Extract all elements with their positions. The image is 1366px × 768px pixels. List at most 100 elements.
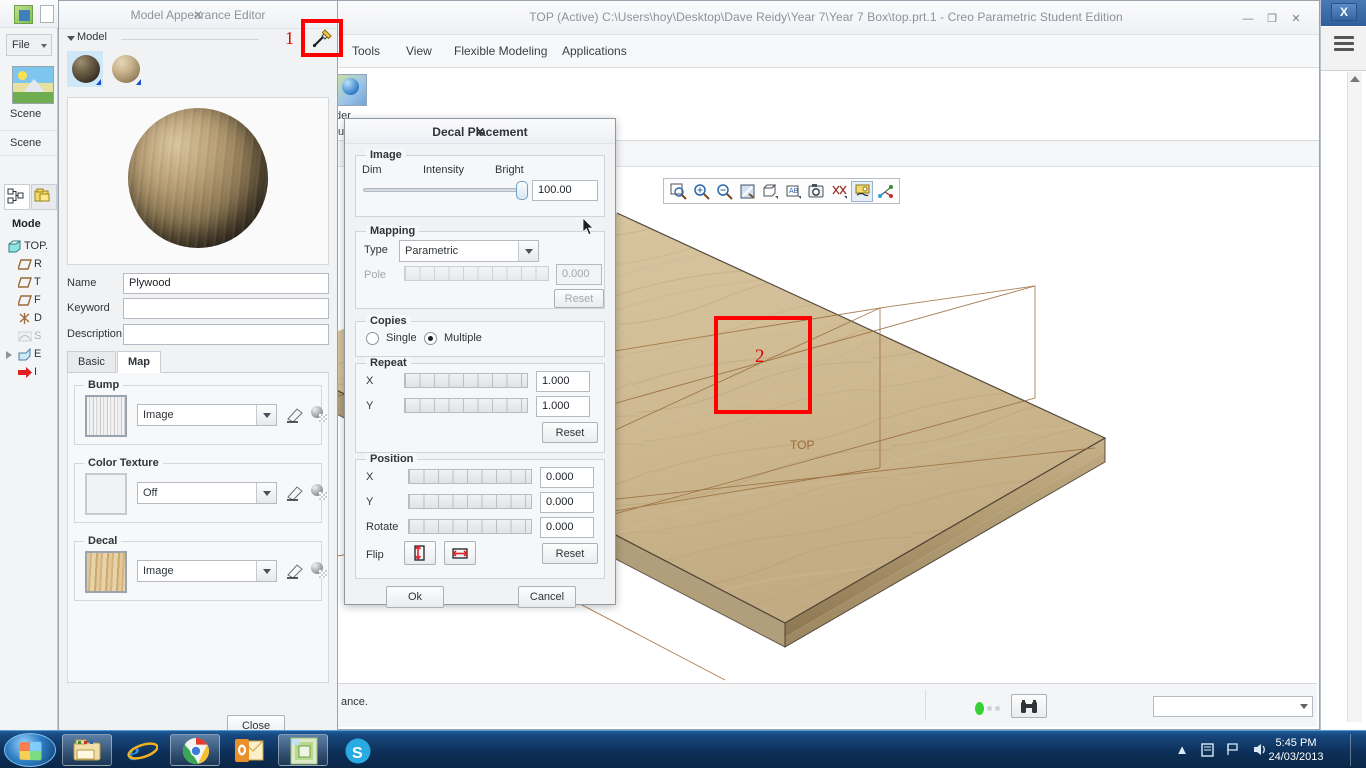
saved-views-icon[interactable]: [805, 181, 827, 202]
tab-view[interactable]: View: [395, 35, 443, 67]
new-document-icon[interactable]: [40, 5, 54, 23]
name-input[interactable]: Plywood: [123, 273, 329, 294]
cancel-button[interactable]: Cancel: [518, 586, 576, 608]
taskbar-skype[interactable]: S: [332, 734, 382, 766]
ok-button[interactable]: Ok: [386, 586, 444, 608]
empty-thumb[interactable]: [85, 473, 127, 515]
action-center-icon[interactable]: [1200, 742, 1216, 758]
appearance-swatch-dark-wood[interactable]: [67, 51, 103, 87]
tab-map[interactable]: Map: [117, 351, 161, 373]
tree-item-datum-front[interactable]: F: [2, 292, 58, 310]
chevron-down-icon[interactable]: [256, 405, 276, 425]
decal-type-combo[interactable]: Image: [137, 560, 277, 582]
repeat-reset-button[interactable]: Reset: [542, 422, 598, 443]
annotation-display-icon[interactable]: AB: [782, 181, 804, 202]
tree-item-part[interactable]: TOP.: [2, 238, 58, 256]
taskbar-outlook[interactable]: [224, 734, 274, 766]
intensity-slider-track[interactable]: [363, 188, 520, 192]
tab-basic[interactable]: Basic: [67, 351, 116, 373]
chevron-down-icon[interactable]: [256, 483, 276, 503]
position-x-input[interactable]: 0.000: [540, 467, 594, 488]
copies-multiple-label[interactable]: Multiple: [444, 332, 482, 344]
flip-vertical-icon[interactable]: [404, 541, 436, 565]
position-y-input[interactable]: 0.000: [540, 492, 594, 513]
background-window-close-button[interactable]: X: [1331, 3, 1357, 21]
tree-item-surface[interactable]: S: [2, 328, 58, 346]
datum-display-off-icon[interactable]: [828, 181, 850, 202]
chevron-down-icon[interactable]: [518, 241, 538, 261]
scroll-up-arrow-icon[interactable]: [1350, 76, 1360, 82]
description-input[interactable]: [123, 324, 329, 345]
color-texture-combo[interactable]: Off: [137, 482, 277, 504]
refit-icon[interactable]: [667, 181, 689, 202]
properties-ball-icon[interactable]: [311, 484, 327, 500]
show-desktop-button[interactable]: [1350, 734, 1364, 766]
mapping-type-combo[interactable]: Parametric: [399, 240, 539, 262]
eraser-icon[interactable]: [285, 482, 305, 502]
properties-ball-icon[interactable]: [311, 406, 327, 422]
minimize-button[interactable]: —: [1239, 13, 1257, 27]
intensity-value-input[interactable]: 100.00: [532, 180, 598, 201]
scene-icon[interactable]: [12, 66, 54, 104]
copies-single-label[interactable]: Single: [386, 332, 417, 344]
close-icon[interactable]: ✕: [345, 125, 615, 139]
taskbar-creo[interactable]: [278, 734, 328, 766]
repeat-y-slider[interactable]: [404, 398, 528, 413]
keyword-input[interactable]: [123, 298, 329, 319]
eraser-icon[interactable]: [285, 404, 305, 424]
tree-item-insert-here[interactable]: I: [2, 364, 58, 382]
hamburger-icon[interactable]: [1334, 36, 1354, 52]
tab-tools[interactable]: Tools: [341, 35, 391, 67]
csys-display-icon[interactable]: [874, 181, 896, 202]
tab-applications[interactable]: Applications: [551, 35, 638, 67]
repeat-x-slider[interactable]: [404, 373, 528, 388]
network-icon[interactable]: [1226, 742, 1242, 758]
model-tree[interactable]: TOP. R T F D S E I: [2, 238, 58, 382]
chevron-down-icon[interactable]: [256, 561, 276, 581]
position-reset-button[interactable]: Reset: [542, 543, 598, 564]
properties-ball-icon[interactable]: [311, 562, 327, 578]
zoom-in-icon[interactable]: [690, 181, 712, 202]
taskbar-chrome[interactable]: [170, 734, 220, 766]
position-x-slider[interactable]: [408, 469, 532, 484]
background-window-scrollbar[interactable]: [1347, 72, 1362, 722]
tree-item-extrude[interactable]: E: [2, 346, 58, 364]
position-rotate-slider[interactable]: [408, 519, 532, 534]
appearance-swatch-light-wood[interactable]: [107, 51, 143, 87]
close-icon[interactable]: ✕: [59, 8, 337, 22]
bump-texture-thumb[interactable]: [85, 395, 127, 437]
bump-type-combo[interactable]: Image: [137, 404, 277, 426]
tree-item-datum-right[interactable]: R: [2, 256, 58, 274]
copies-single-radio[interactable]: [366, 332, 379, 345]
close-button[interactable]: ✕: [1287, 13, 1305, 27]
tree-item-datum-top[interactable]: T: [2, 274, 58, 292]
model-tree-tab[interactable]: [4, 184, 30, 210]
taskbar-explorer[interactable]: [62, 734, 112, 766]
expand-arrow-icon[interactable]: [6, 351, 12, 359]
appearance-gallery-icon[interactable]: [851, 180, 873, 202]
eraser-icon[interactable]: [285, 560, 305, 580]
repeat-y-input[interactable]: 1.000: [536, 396, 590, 417]
windows-start-orb[interactable]: [4, 733, 56, 767]
binoculars-icon[interactable]: [1011, 694, 1047, 718]
copies-multiple-radio[interactable]: [424, 332, 437, 345]
show-hidden-icons-arrow[interactable]: ▲: [1174, 742, 1190, 758]
eyedropper-icon[interactable]: [311, 27, 333, 49]
status-filter-combo[interactable]: [1153, 696, 1313, 717]
flip-horizontal-icon[interactable]: [444, 541, 476, 565]
clock[interactable]: 5:45 PM 24/03/2013: [1258, 734, 1334, 763]
tree-item-csys[interactable]: D: [2, 310, 58, 328]
zoom-out-icon[interactable]: [713, 181, 735, 202]
taskbar-internet-explorer[interactable]: e: [116, 734, 166, 766]
display-style-icon[interactable]: [759, 181, 781, 202]
file-menu-button[interactable]: File: [6, 34, 52, 56]
decal-wood-thumb[interactable]: [85, 551, 127, 593]
folder-browser-tab[interactable]: [31, 184, 57, 210]
maximize-button[interactable]: ❐: [1263, 13, 1281, 27]
appearance-gallery-icon[interactable]: [337, 74, 367, 106]
tab-flexible-modeling[interactable]: Flexible Modeling: [443, 35, 558, 67]
intensity-slider-knob[interactable]: [516, 181, 528, 200]
position-rotate-input[interactable]: 0.000: [540, 517, 594, 538]
position-y-slider[interactable]: [408, 494, 532, 509]
repaint-icon[interactable]: [736, 181, 758, 202]
